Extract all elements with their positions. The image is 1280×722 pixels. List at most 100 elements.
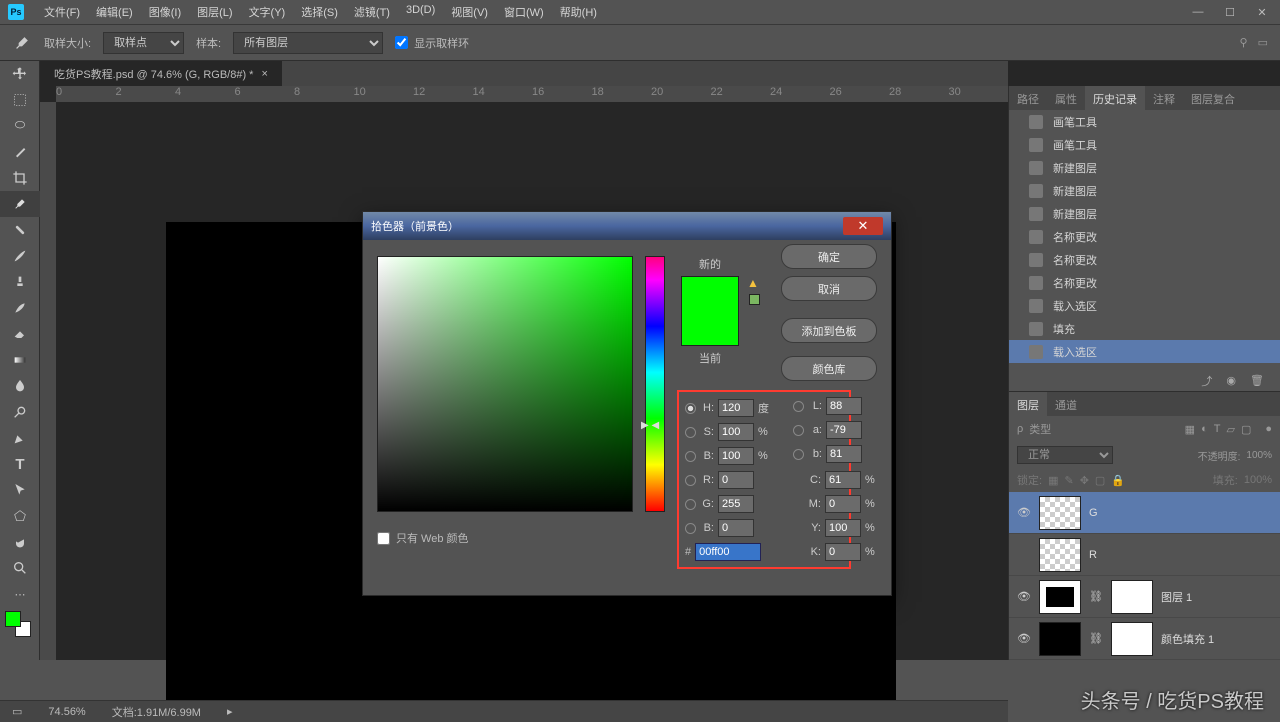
a-radio[interactable] <box>793 425 804 436</box>
menu-item[interactable]: 视图(V) <box>443 0 496 24</box>
s-radio[interactable] <box>685 427 696 438</box>
lab-b-input[interactable] <box>826 445 862 463</box>
fill-value[interactable]: 100% <box>1244 474 1272 486</box>
lock-nest-icon[interactable]: ▢ <box>1095 474 1105 487</box>
tab-属性[interactable]: 属性 <box>1047 86 1085 110</box>
foreground-swatch[interactable] <box>5 611 21 627</box>
lock-pos-icon[interactable]: ✥ <box>1080 474 1089 487</box>
menu-item[interactable]: 选择(S) <box>293 0 346 24</box>
marquee-tool[interactable] <box>0 87 40 113</box>
sample-layers-select[interactable]: 所有图层 <box>233 32 383 54</box>
history-item[interactable]: 名称更改 <box>1009 271 1280 294</box>
filter-adj-icon[interactable]: ◐ <box>1201 423 1208 435</box>
menu-item[interactable]: 图像(I) <box>141 0 189 24</box>
blur-tool[interactable] <box>0 373 40 399</box>
close-icon[interactable]: ✕ <box>843 217 883 235</box>
s-input[interactable] <box>718 423 754 441</box>
layer-name[interactable]: G <box>1089 507 1098 519</box>
history-item[interactable]: 画笔工具 <box>1009 110 1280 133</box>
path-select-tool[interactable] <box>0 477 40 503</box>
menu-item[interactable]: 文字(Y) <box>241 0 294 24</box>
tab-路径[interactable]: 路径 <box>1009 86 1047 110</box>
dodge-tool[interactable] <box>0 399 40 425</box>
sample-size-select[interactable]: 取样点 <box>103 32 184 54</box>
menu-item[interactable]: 编辑(E) <box>88 0 141 24</box>
zoom-tool[interactable] <box>0 555 40 581</box>
workspace-icon[interactable]: ▭ <box>1258 36 1268 49</box>
hex-input[interactable] <box>695 543 761 561</box>
more-tool[interactable]: ⋯ <box>0 581 40 607</box>
color-swatches[interactable] <box>5 611 35 641</box>
layer-row[interactable]: 👁⛓颜色填充 1 <box>1009 618 1280 660</box>
minimize-button[interactable]: ― <box>1184 3 1212 21</box>
layer-row[interactable]: 👁 ⛓ 图层 1 <box>1009 576 1280 618</box>
pen-tool[interactable] <box>0 425 40 451</box>
history-item[interactable]: 新建图层 <box>1009 156 1280 179</box>
new-snapshot-icon[interactable]: ⤴ <box>1201 373 1212 389</box>
filter-toggle-icon[interactable]: ● <box>1265 423 1272 435</box>
lock-paint-icon[interactable]: ✎ <box>1064 474 1073 487</box>
history-item[interactable]: 名称更改 <box>1009 225 1280 248</box>
mask-thumb[interactable] <box>1111 580 1153 614</box>
g-input[interactable] <box>718 495 754 513</box>
lock-trans-icon[interactable]: ▦ <box>1048 474 1058 487</box>
menu-item[interactable]: 窗口(W) <box>496 0 552 24</box>
close-button[interactable]: ✕ <box>1248 3 1276 21</box>
link-icon[interactable]: ⛓ <box>1089 632 1103 645</box>
tab-图层[interactable]: 图层 <box>1009 392 1047 416</box>
mask-thumb[interactable] <box>1111 622 1153 656</box>
a-input[interactable] <box>826 421 862 439</box>
history-item[interactable]: 填充 <box>1009 317 1280 340</box>
eyedropper-tool[interactable] <box>0 191 40 217</box>
filter-shape-icon[interactable]: ▱ <box>1226 423 1234 436</box>
current-color-swatch[interactable] <box>682 311 738 345</box>
filter-type-icon[interactable]: T <box>1214 423 1221 435</box>
menu-item[interactable]: 3D(D) <box>398 0 443 24</box>
menu-item[interactable]: 文件(F) <box>36 0 88 24</box>
color-lib-button[interactable]: 颜色库 <box>781 356 877 381</box>
layer-thumb[interactable] <box>1039 538 1081 572</box>
layer-thumb[interactable] <box>1039 622 1081 656</box>
r-radio[interactable] <box>685 475 696 486</box>
hand-tool[interactable] <box>0 529 40 555</box>
close-tab-icon[interactable]: × <box>261 68 267 80</box>
tab-通道[interactable]: 通道 <box>1047 392 1085 416</box>
brush-tool[interactable] <box>0 243 40 269</box>
type-tool[interactable]: T <box>0 451 40 477</box>
eraser-tool[interactable] <box>0 321 40 347</box>
k-input[interactable] <box>825 543 861 561</box>
layer-thumb[interactable] <box>1039 496 1081 530</box>
history-item[interactable]: 新建图层 <box>1009 179 1280 202</box>
web-only-checkbox[interactable]: 只有 Web 颜色 <box>377 530 469 546</box>
l-radio[interactable] <box>793 401 804 412</box>
lab-b-radio[interactable] <box>793 449 804 460</box>
menu-item[interactable]: 滤镜(T) <box>346 0 398 24</box>
y-input[interactable] <box>825 519 861 537</box>
lock-all-icon[interactable]: 🔒 <box>1111 474 1125 487</box>
filter-pixel-icon[interactable]: ▦ <box>1185 423 1195 436</box>
layer-name[interactable]: 图层 1 <box>1161 589 1192 605</box>
h-radio[interactable] <box>685 403 696 414</box>
blend-mode-select[interactable]: 正常 <box>1017 446 1113 464</box>
link-icon[interactable]: ⛓ <box>1089 590 1103 603</box>
visibility-icon[interactable]: 👁 <box>1017 590 1031 603</box>
wand-tool[interactable] <box>0 139 40 165</box>
menu-item[interactable]: 帮助(H) <box>552 0 605 24</box>
gradient-tool[interactable] <box>0 347 40 373</box>
menu-item[interactable]: 图层(L) <box>189 0 240 24</box>
move-tool[interactable] <box>0 61 40 87</box>
hue-slider[interactable] <box>645 256 665 512</box>
history-brush-tool[interactable] <box>0 295 40 321</box>
stamp-tool[interactable] <box>0 269 40 295</box>
add-swatch-button[interactable]: 添加到色板 <box>781 318 877 343</box>
bval-input[interactable] <box>718 447 754 465</box>
g-radio[interactable] <box>685 499 696 510</box>
bval-radio[interactable] <box>685 451 696 462</box>
r-input[interactable] <box>718 471 754 489</box>
ok-button[interactable]: 确定 <box>781 244 877 269</box>
crop-tool[interactable] <box>0 165 40 191</box>
layer-name[interactable]: 颜色填充 1 <box>1161 631 1214 647</box>
shape-tool[interactable] <box>0 503 40 529</box>
doc-size[interactable]: 文档:1.91M/6.99M <box>112 704 201 720</box>
trash-icon[interactable]: 🗑 <box>1250 374 1264 387</box>
